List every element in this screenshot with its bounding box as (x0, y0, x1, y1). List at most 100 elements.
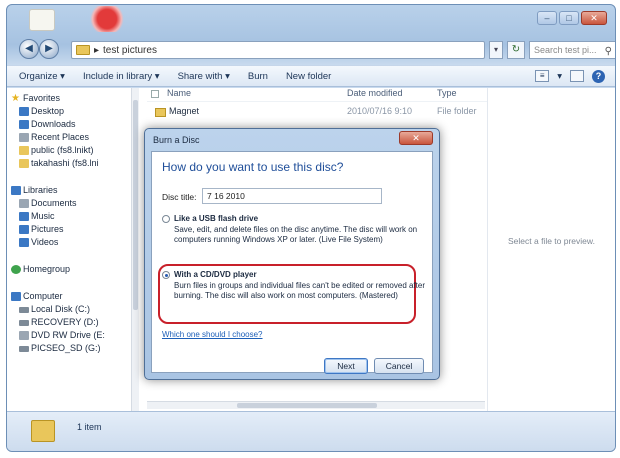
homegroup-icon (11, 265, 21, 274)
next-button[interactable]: Next (324, 358, 368, 374)
share-with-menu[interactable]: Share with ▾ (178, 71, 230, 82)
sidebar-group-label: Computer (23, 291, 63, 301)
include-in-library-menu[interactable]: Include in library ▾ (83, 71, 160, 82)
sidebar-item-sd-card[interactable]: PICSEO_SD (G:) (7, 342, 136, 355)
folder-icon (19, 159, 29, 168)
sidebar-group-label: Favorites (23, 93, 61, 103)
sidebar-item-label: Local Disk (C:) (31, 304, 91, 314)
folder-icon (29, 9, 55, 31)
option-description: Save, edit, and delete files on the disc… (174, 225, 418, 244)
sidebar-item-label: Music (31, 211, 55, 221)
sidebar-item-label: Documents (31, 198, 77, 208)
sidebar-item-label: Desktop (31, 106, 65, 116)
option-cd-dvd-player[interactable]: With a CD/DVD player Burn files in group… (162, 270, 426, 301)
search-placeholder: Search test pi... (534, 45, 597, 55)
option-description: Burn files in groups and individual file… (174, 281, 426, 300)
sidebar-item-recent-places[interactable]: Recent Places (7, 131, 136, 144)
organize-menu[interactable]: Organize ▾ (19, 71, 65, 82)
sidebar-group-homegroup[interactable]: Homegroup (7, 263, 136, 276)
chevron-down-icon[interactable]: ▾ (489, 41, 503, 59)
option-label[interactable]: Like a USB flash drive (162, 214, 426, 224)
sidebar-item-label: Recent Places (31, 132, 90, 142)
sidebar-item-takahashi[interactable]: takahashi (fs8.lni (7, 157, 136, 170)
item-count: 1 item (77, 422, 102, 432)
sidebar-item-label: public (fs8.lnikt) (31, 145, 94, 155)
sidebar-item-label: Pictures (31, 224, 64, 234)
sidebar-group-label: Libraries (23, 185, 58, 195)
sidebar-item-documents[interactable]: Documents (7, 197, 136, 210)
drive-icon (19, 320, 29, 326)
radio-cd-dvd[interactable] (162, 271, 170, 279)
address-path[interactable]: test pictures (103, 45, 157, 56)
sidebar-group-computer[interactable]: Computer (7, 290, 136, 303)
column-headers: Name Date modified Type (147, 88, 487, 102)
details-pane: 1 item (7, 411, 615, 451)
close-button[interactable]: ✕ (581, 11, 607, 25)
scrollbar-thumb[interactable] (237, 403, 377, 408)
folder-icon (155, 108, 166, 117)
preview-pane: Select a file to preview. (487, 88, 615, 411)
column-header-name[interactable]: Name (147, 88, 347, 101)
sidebar-item-music[interactable]: Music (7, 210, 136, 223)
sidebar-item-desktop[interactable]: Desktop (7, 105, 136, 118)
sidebar-item-recovery[interactable]: RECOVERY (D:) (7, 316, 136, 329)
videos-icon (19, 238, 29, 247)
folder-icon (31, 420, 55, 442)
sidebar-group-libraries[interactable]: Libraries (7, 184, 136, 197)
disc-drive-icon (19, 331, 29, 340)
navigation-row: ◀ ▶ ▸ test pictures ▾ ↻ Search test pi..… (15, 39, 615, 61)
app-logo-icon (87, 6, 127, 32)
file-date-cell: 2010/07/16 9:10 (347, 106, 413, 116)
sidebar-item-pictures[interactable]: Pictures (7, 223, 136, 236)
new-folder-button[interactable]: New folder (286, 71, 331, 82)
sidebar-item-label: PICSEO_SD (G:) (31, 343, 101, 353)
option-label[interactable]: With a CD/DVD player (162, 270, 426, 280)
desktop-icon (19, 107, 29, 116)
sidebar-item-local-disk[interactable]: Local Disk (C:) (7, 303, 136, 316)
dialog-body: How do you want to use this disc? Disc t… (151, 151, 433, 374)
back-button[interactable]: ◀ (19, 39, 39, 59)
search-icon[interactable]: ⚲ (605, 44, 612, 60)
sidebar-item-label: Videos (31, 237, 59, 247)
title-bar[interactable]: – □ ✕ (7, 5, 615, 33)
sidebar-item-dvd-drive[interactable]: DVD RW Drive (E: (7, 329, 136, 342)
search-input[interactable]: Search test pi... ⚲ (529, 41, 615, 60)
maximize-button[interactable]: □ (559, 11, 579, 25)
table-row[interactable]: Magnet 2010/07/16 9:10 File folder (147, 106, 487, 120)
drive-icon (19, 307, 29, 313)
column-label: Name (167, 88, 192, 98)
disc-title-label: Disc title: (162, 192, 197, 202)
dialog-close-button[interactable]: ✕ (399, 131, 433, 145)
burn-button[interactable]: Burn (248, 71, 268, 82)
radio-usb[interactable] (162, 215, 170, 223)
view-options-icon[interactable]: ≡ (535, 70, 550, 82)
documents-icon (19, 199, 29, 208)
address-bar[interactable]: ▸ test pictures (71, 41, 485, 59)
navigation-pane: ★ Favorites Desktop Downloads Recent Pla… (7, 88, 137, 411)
sidebar-item-label: DVD RW Drive (E: (31, 330, 105, 340)
sidebar-item-videos[interactable]: Videos (7, 236, 136, 249)
forward-button[interactable]: ▶ (39, 39, 59, 59)
file-name-cell[interactable]: Magnet (147, 106, 347, 120)
preview-pane-icon[interactable] (570, 70, 584, 82)
file-name: Magnet (169, 106, 200, 116)
select-all-checkbox[interactable] (151, 90, 159, 98)
scrollbar-thumb[interactable] (133, 100, 138, 310)
horizontal-scrollbar[interactable] (147, 401, 485, 409)
help-link[interactable]: Which one should I choose? (162, 330, 263, 339)
cancel-button[interactable]: Cancel (374, 358, 424, 374)
column-header-type[interactable]: Type (437, 88, 487, 101)
sidebar-scrollbar[interactable] (131, 88, 139, 411)
chevron-down-icon[interactable]: ▾ (557, 71, 562, 82)
help-icon[interactable]: ? (592, 69, 605, 83)
option-usb-flash-drive[interactable]: Like a USB flash drive Save, edit, and d… (162, 214, 426, 245)
column-header-date[interactable]: Date modified (347, 88, 437, 101)
chevron-right-icon[interactable]: ▸ (94, 45, 99, 56)
computer-icon (11, 292, 21, 301)
refresh-icon[interactable]: ↻ (507, 41, 525, 59)
sidebar-item-public[interactable]: public (fs8.lnikt) (7, 144, 136, 157)
minimize-button[interactable]: – (537, 11, 557, 25)
sidebar-group-favorites[interactable]: ★ Favorites (7, 92, 136, 105)
disc-title-input[interactable]: 7 16 2010 (202, 188, 382, 204)
sidebar-item-downloads[interactable]: Downloads (7, 118, 136, 131)
